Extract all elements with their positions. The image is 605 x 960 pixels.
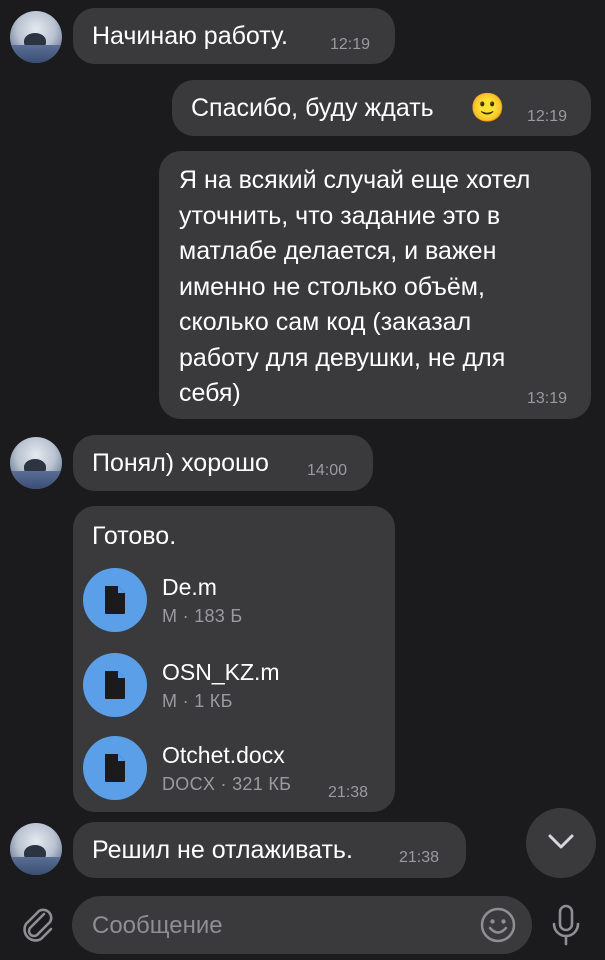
message-line: матлабе делается, и важен [179, 237, 497, 265]
outgoing-message[interactable]: Я на всякий случай еще хотел уточнить, ч… [159, 151, 591, 419]
message-input-placeholder: Сообщение [92, 912, 223, 939]
incoming-message[interactable]: Начинаю работу. 12:19 [73, 8, 395, 64]
message-input-bar: Сообщение [0, 888, 605, 960]
message-line: себя) [179, 379, 241, 407]
file-name[interactable]: OSN_KZ.m [162, 659, 280, 686]
message-line: Я на всякий случай еще хотел [179, 166, 531, 194]
message-time: 21:38 [399, 849, 440, 866]
file-meta: M · 183 Б [162, 606, 243, 626]
file-name[interactable]: De.m [162, 574, 217, 601]
message-text: Понял) хорошо [92, 449, 269, 477]
emoji-smile: 🙂 [470, 92, 505, 123]
message-line: работу для девушки, не для [179, 343, 506, 372]
message-time: 21:38 [328, 784, 369, 801]
message-text: Спасибо, буду ждать [191, 94, 434, 122]
message-line: именно не столько объём, [179, 272, 485, 301]
smile-icon[interactable] [480, 907, 516, 943]
incoming-message[interactable]: Понял) хорошо 14:00 [73, 435, 373, 491]
file-meta: DOCX · 321 КБ [162, 774, 292, 794]
avatar[interactable] [10, 823, 62, 875]
avatar[interactable] [10, 11, 62, 63]
incoming-message[interactable]: Решил не отлаживать. 21:38 [73, 822, 466, 878]
outgoing-message[interactable]: Спасибо, буду ждать 🙂 12:19 [172, 80, 591, 136]
scroll-down-button[interactable] [526, 808, 596, 878]
document-icon[interactable] [83, 736, 147, 800]
chevron-down-icon [548, 834, 574, 849]
message-time: 13:19 [527, 390, 568, 407]
microphone-icon[interactable] [551, 904, 581, 946]
file-name[interactable]: Otchet.docx [162, 742, 285, 769]
message-line: сколько сам код (заказал [179, 308, 472, 336]
message-time: 12:19 [330, 36, 371, 53]
document-icon[interactable] [83, 653, 147, 717]
message-text: Готово. [92, 522, 177, 550]
message-text: Начинаю работу. [92, 22, 288, 50]
document-icon[interactable] [83, 568, 147, 632]
message-text: Решил не отлаживать. [92, 836, 353, 864]
file-attachment[interactable]: OSN_KZ.m M · 1 КБ [83, 653, 383, 719]
avatar[interactable] [10, 437, 62, 489]
message-input[interactable]: Сообщение [72, 896, 532, 954]
paperclip-icon[interactable] [20, 906, 56, 944]
message-time: 12:19 [527, 108, 568, 125]
incoming-message-with-files[interactable]: Готово. De.m M · 183 Б OSN_KZ.m M · 1 КБ… [73, 506, 395, 812]
file-attachment[interactable]: De.m M · 183 Б [83, 568, 383, 634]
message-line: уточнить, что задание это в [179, 201, 501, 230]
file-meta: M · 1 КБ [162, 691, 233, 711]
message-time: 14:00 [307, 462, 348, 479]
